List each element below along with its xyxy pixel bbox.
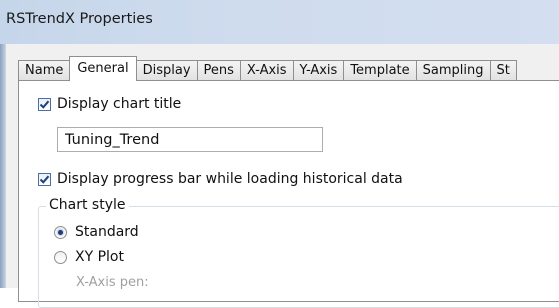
tab-sampling[interactable]: Sampling bbox=[415, 60, 491, 81]
window-titlebar[interactable]: RSTrendX Properties bbox=[0, 0, 559, 44]
progress-bar-row[interactable]: Display progress bar while loading histo… bbox=[38, 171, 403, 187]
chart-style-label: Chart style bbox=[46, 197, 129, 213]
window-title: RSTrendX Properties bbox=[6, 11, 153, 27]
tab-st[interactable]: St bbox=[489, 60, 517, 81]
xy-plot-label: XY Plot bbox=[75, 249, 124, 265]
tab-y-axis[interactable]: Y-Axis bbox=[292, 60, 345, 81]
progress-bar-label: Display progress bar while loading histo… bbox=[57, 171, 403, 187]
tab-template[interactable]: Template bbox=[343, 60, 417, 81]
progress-bar-checkbox[interactable] bbox=[38, 172, 51, 186]
tab-name[interactable]: Name bbox=[18, 60, 71, 81]
xy-plot-radio[interactable] bbox=[54, 250, 67, 264]
radio-selected-dot bbox=[58, 229, 63, 235]
standard-label: Standard bbox=[75, 224, 139, 240]
chart-title-input[interactable] bbox=[57, 127, 323, 152]
tab-display[interactable]: Display bbox=[135, 60, 198, 81]
radio-standard-row[interactable]: Standard bbox=[54, 224, 139, 240]
tab-general[interactable]: General bbox=[69, 56, 137, 81]
tab-pens[interactable]: Pens bbox=[196, 60, 241, 81]
standard-radio[interactable] bbox=[54, 225, 67, 239]
display-title-row[interactable]: Display chart title bbox=[38, 96, 181, 112]
tab-strip: Name General Display Pens X-Axis Y-Axis … bbox=[18, 56, 517, 81]
display-title-label: Display chart title bbox=[57, 96, 182, 112]
display-title-checkbox[interactable] bbox=[38, 97, 51, 111]
checkmark-icon bbox=[39, 175, 50, 184]
checkmark-icon bbox=[39, 100, 50, 109]
tab-x-axis[interactable]: X-Axis bbox=[239, 60, 294, 81]
radio-xy-plot-row[interactable]: XY Plot bbox=[54, 249, 124, 265]
